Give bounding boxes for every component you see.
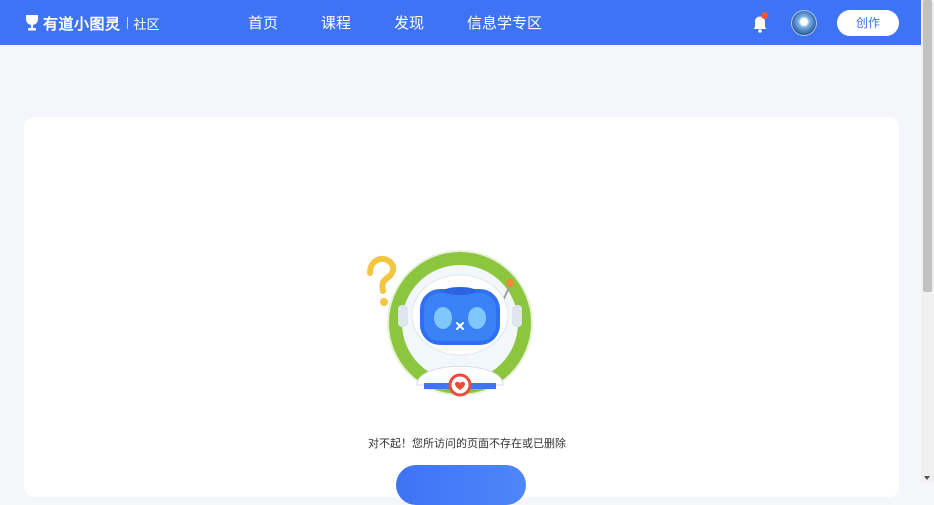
notification-button[interactable] [750,12,770,34]
brand-name: 有道小图灵 [43,14,121,33]
scroll-down-arrow-icon[interactable] [924,476,930,480]
nav-home[interactable]: 首页 [248,12,278,34]
robot-question-illustration [367,247,536,399]
scrollbar-thumb[interactable] [923,0,932,292]
notification-badge [761,12,768,19]
nav-courses[interactable]: 课程 [321,12,351,34]
page-scrollbar[interactable] [921,0,934,482]
nav-informatics-zone[interactable]: 信息学专区 [467,12,542,34]
logo-divider [126,17,128,29]
trophy-cup-icon [26,15,38,31]
site-logo[interactable]: 有道小图灵 社区 [24,12,160,34]
top-nav-bar: 有道小图灵 社区 首页 课程 发现 信息学专区 创作 [0,0,921,45]
error-message: 对不起！您所访问的页面不存在或已删除 [368,437,566,450]
create-button[interactable]: 创作 [837,10,899,36]
nav-discover[interactable]: 发现 [394,12,424,34]
section-name: 社区 [133,17,160,33]
user-avatar[interactable] [791,10,817,36]
back-home-button[interactable] [396,465,526,505]
